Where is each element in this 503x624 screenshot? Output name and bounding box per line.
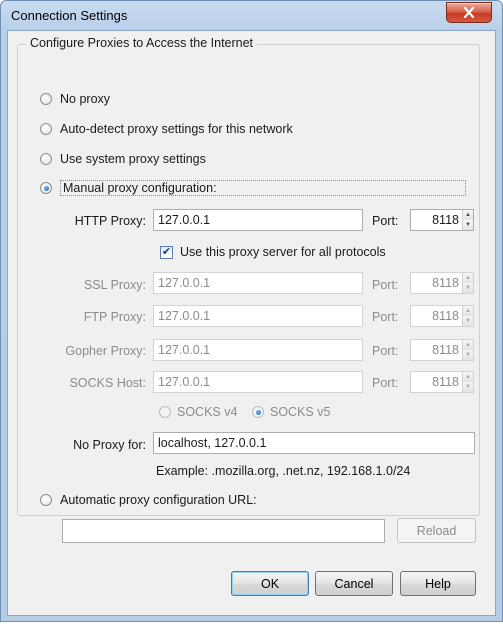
- spin-down-icon[interactable]: ▼: [463, 220, 473, 230]
- spin-up-icon[interactable]: ▲: [463, 372, 473, 382]
- socks-host-label: SOCKS Host:: [69, 376, 146, 390]
- close-button[interactable]: [446, 2, 492, 23]
- spin-up-icon[interactable]: ▲: [463, 340, 473, 350]
- close-icon: [463, 7, 475, 18]
- radio-auto-config-url-indicator[interactable]: [40, 494, 52, 506]
- socks-host-input[interactable]: 127.0.0.1: [153, 371, 363, 393]
- ftp-port-value: 8118: [432, 309, 459, 323]
- ok-button[interactable]: OK: [231, 571, 309, 596]
- socks-port-value: 8118: [432, 375, 459, 389]
- use-for-all-checkbox[interactable]: ✔: [160, 246, 173, 259]
- spin-down-icon[interactable]: ▼: [463, 382, 473, 392]
- radio-auto-detect-indicator[interactable]: [40, 123, 52, 135]
- http-port-spinner[interactable]: 8118 ▲ ▼: [410, 209, 474, 231]
- gopher-proxy-input[interactable]: 127.0.0.1: [153, 339, 363, 361]
- http-proxy-input[interactable]: 127.0.0.1: [153, 209, 363, 231]
- radio-system-proxy[interactable]: Use system proxy settings: [40, 152, 206, 166]
- socks-port-spinner[interactable]: 8118 ▲ ▼: [410, 371, 474, 393]
- title-bar[interactable]: Connection Settings: [1, 1, 502, 31]
- radio-socks-v4[interactable]: SOCKS v4: [159, 405, 237, 419]
- spin-up-icon[interactable]: ▲: [463, 306, 473, 316]
- radio-auto-detect-label: Auto-detect proxy settings for this netw…: [60, 122, 293, 136]
- auto-config-url-input[interactable]: [62, 519, 385, 543]
- gopher-proxy-label: Gopher Proxy:: [65, 344, 146, 358]
- http-port-value: 8118: [432, 213, 459, 227]
- ssl-port-spin-buttons[interactable]: ▲ ▼: [462, 273, 473, 293]
- gopher-port-spinner[interactable]: 8118 ▲ ▼: [410, 339, 474, 361]
- radio-socks-v5-label: SOCKS v5: [270, 405, 331, 419]
- http-proxy-label: HTTP Proxy:: [74, 214, 146, 228]
- radio-no-proxy-indicator[interactable]: [40, 93, 52, 105]
- ftp-port-spin-buttons[interactable]: ▲ ▼: [462, 306, 473, 326]
- window-title: Connection Settings: [11, 8, 128, 23]
- spin-down-icon[interactable]: ▼: [463, 316, 473, 326]
- spin-down-icon[interactable]: ▼: [463, 283, 473, 293]
- no-proxy-for-label: No Proxy for:: [73, 438, 146, 452]
- ssl-proxy-label: SSL Proxy:: [83, 278, 146, 292]
- socks-port-label: Port:: [372, 376, 399, 390]
- check-icon: ✔: [161, 246, 172, 258]
- radio-system-proxy-label: Use system proxy settings: [60, 152, 206, 166]
- use-for-all-label: Use this proxy server for all protocols: [180, 245, 386, 259]
- radio-no-proxy-label: No proxy: [60, 92, 111, 106]
- http-port-label: Port:: [372, 214, 399, 228]
- ssl-port-label: Port:: [372, 278, 399, 292]
- help-button[interactable]: Help: [400, 571, 476, 596]
- ftp-proxy-label: FTP Proxy:: [83, 310, 146, 324]
- no-proxy-example: Example: .mozilla.org, .net.nz, 192.168.…: [156, 464, 411, 478]
- radio-auto-detect[interactable]: Auto-detect proxy settings for this netw…: [40, 122, 293, 136]
- reload-button[interactable]: Reload: [397, 518, 476, 543]
- ssl-proxy-input[interactable]: 127.0.0.1: [153, 272, 363, 294]
- radio-system-proxy-indicator[interactable]: [40, 153, 52, 165]
- radio-auto-config-url-label: Automatic proxy configuration URL:: [60, 493, 257, 507]
- ssl-port-spinner[interactable]: 8118 ▲ ▼: [410, 272, 474, 294]
- radio-manual-proxy-indicator[interactable]: [40, 182, 52, 194]
- radio-socks-v4-indicator[interactable]: [159, 406, 171, 418]
- radio-auto-config-url[interactable]: Automatic proxy configuration URL:: [40, 493, 257, 507]
- gopher-port-value: 8118: [432, 343, 459, 357]
- cancel-button[interactable]: Cancel: [315, 571, 393, 596]
- http-port-spin-buttons[interactable]: ▲ ▼: [462, 210, 473, 230]
- ssl-port-value: 8118: [432, 276, 459, 290]
- gopher-port-spin-buttons[interactable]: ▲ ▼: [462, 340, 473, 360]
- radio-manual-proxy[interactable]: Manual proxy configuration:: [40, 180, 466, 196]
- spin-up-icon[interactable]: ▲: [463, 273, 473, 283]
- radio-socks-v5-indicator[interactable]: [252, 406, 264, 418]
- radio-socks-v4-label: SOCKS v4: [177, 405, 238, 419]
- ftp-port-label: Port:: [372, 310, 399, 324]
- radio-socks-v5[interactable]: SOCKS v5: [252, 405, 330, 419]
- radio-no-proxy[interactable]: No proxy: [40, 92, 110, 106]
- radio-manual-proxy-label: Manual proxy configuration:: [60, 180, 466, 196]
- socks-port-spin-buttons[interactable]: ▲ ▼: [462, 372, 473, 392]
- spin-down-icon[interactable]: ▼: [463, 350, 473, 360]
- group-legend: Configure Proxies to Access the Internet: [26, 36, 258, 50]
- ftp-proxy-input[interactable]: 127.0.0.1: [153, 305, 363, 327]
- gopher-port-label: Port:: [372, 344, 399, 358]
- no-proxy-for-input[interactable]: localhost, 127.0.0.1: [153, 432, 475, 454]
- ftp-port-spinner[interactable]: 8118 ▲ ▼: [410, 305, 474, 327]
- spin-up-icon[interactable]: ▲: [463, 210, 473, 220]
